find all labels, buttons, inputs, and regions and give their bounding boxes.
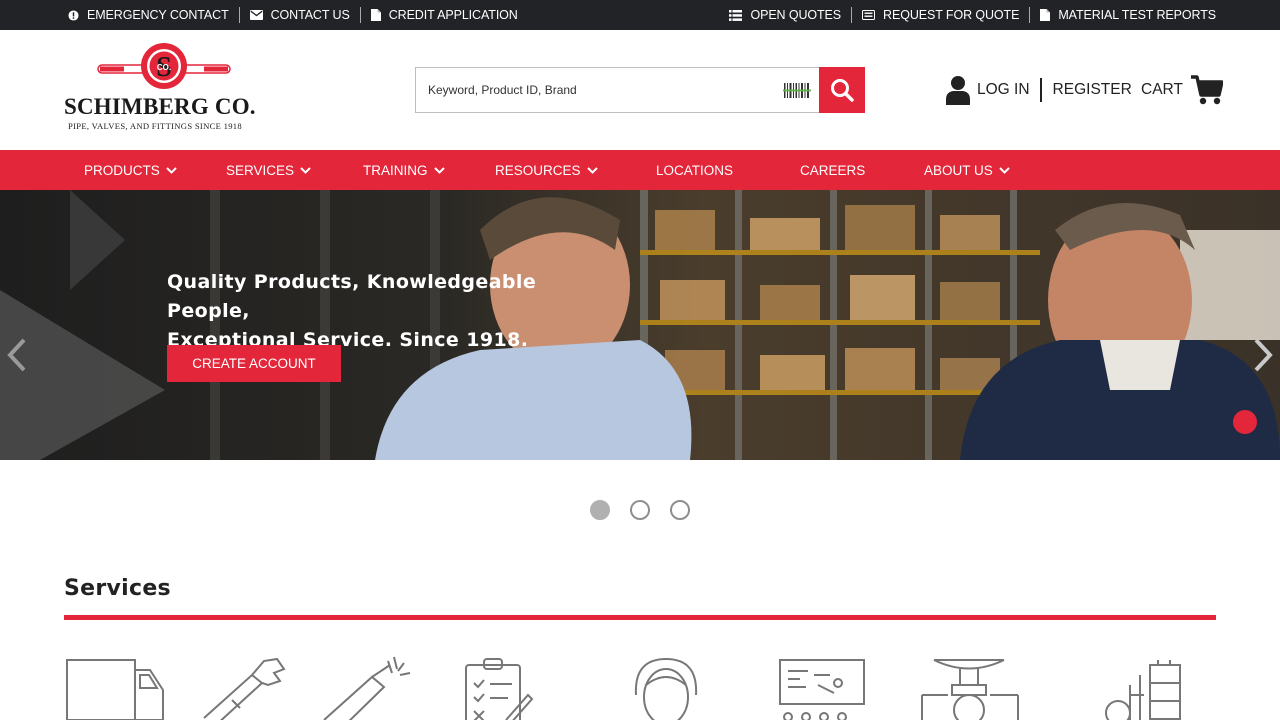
forklift-warehouse-icon[interactable] (1100, 655, 1185, 720)
document-icon (370, 9, 381, 21)
chevron-down-icon (586, 166, 598, 174)
search-box (415, 67, 865, 113)
chevron-down-icon (166, 166, 177, 174)
list-icon (729, 9, 743, 21)
utility-links-left: EMERGENCY CONTACT CONTACT US CREDIT APPL… (68, 0, 518, 30)
pipe-wrench-icon[interactable] (202, 655, 287, 720)
chevron-down-icon (300, 166, 311, 174)
nav-training[interactable]: TRAINING (363, 150, 445, 190)
register-link[interactable]: REGISTER (1042, 81, 1132, 99)
search-button[interactable] (819, 67, 865, 113)
services-divider (64, 615, 1216, 620)
create-account-button[interactable]: CREATE ACCOUNT (167, 345, 341, 382)
document-icon (1040, 9, 1051, 21)
alert-circle-icon (68, 9, 79, 21)
nav-products[interactable]: PRODUCTS (84, 150, 177, 190)
logo-tagline: PIPE, VALVES, AND FITTINGS SINCE 1918 (68, 121, 243, 131)
credit-application-link[interactable]: CREDIT APPLICATION (361, 7, 518, 23)
svg-text:CO.: CO. (157, 63, 171, 72)
services-heading: Services (64, 576, 171, 601)
site-header: S CO. SCHIMBERG CO. PIPE, VALVES, AND FI… (0, 30, 1280, 150)
valve-icon[interactable] (920, 655, 1020, 720)
account-links: LOG IN REGISTER (945, 74, 1132, 106)
nav-resources[interactable]: RESOURCES (495, 150, 598, 190)
chevron-down-icon (999, 166, 1010, 174)
open-quotes-link[interactable]: OPEN QUOTES (729, 7, 853, 23)
nav-locations[interactable]: LOCATIONS (656, 150, 733, 190)
request-for-quote-link[interactable]: REQUEST FOR QUOTE (852, 7, 1031, 23)
carousel-dots (590, 500, 690, 520)
site-logo[interactable]: S CO. SCHIMBERG CO. PIPE, VALVES, AND FI… (64, 42, 264, 134)
nav-services[interactable]: SERVICES (226, 150, 311, 190)
headset-support-icon[interactable] (630, 655, 702, 720)
envelope-icon (249, 10, 263, 20)
carousel-dot-3[interactable] (670, 500, 690, 520)
carousel-next-arrow-icon[interactable] (1252, 338, 1274, 372)
barcode-scan-icon[interactable] (783, 82, 811, 99)
card-icon (862, 10, 876, 20)
emergency-contact-link[interactable]: EMERGENCY CONTACT (68, 7, 240, 23)
search-input[interactable] (416, 68, 776, 112)
carousel-dot-2[interactable] (630, 500, 650, 520)
contact-us-link[interactable]: CONTACT US (240, 7, 361, 23)
main-navigation: PRODUCTS SERVICES TRAINING RESOURCES LOC… (0, 150, 1280, 190)
hero-headline: Quality Products, Knowledgeable People, … (167, 271, 537, 351)
cutting-tool-icon[interactable] (322, 655, 417, 720)
utility-links-right: OPEN QUOTES REQUEST FOR QUOTE MATERIAL T… (729, 0, 1216, 30)
utility-bar: EMERGENCY CONTACT CONTACT US CREDIT APPL… (0, 0, 1280, 30)
login-link[interactable]: LOG IN (945, 76, 1042, 105)
chevron-down-icon (433, 166, 445, 174)
material-test-reports-link[interactable]: MATERIAL TEST REPORTS (1030, 7, 1216, 23)
shopping-cart-icon (1190, 75, 1223, 105)
search-icon (831, 79, 854, 102)
carousel-prev-arrow-icon[interactable] (6, 338, 28, 372)
logo-emblem: S CO. (97, 43, 231, 89)
carousel-dot-1[interactable] (590, 500, 610, 520)
nav-careers[interactable]: CAREERS (800, 150, 865, 190)
logo-wordmark: SCHIMBERG CO. (64, 94, 256, 119)
delivery-truck-icon[interactable] (66, 655, 166, 720)
nav-about-us[interactable]: ABOUT US (924, 150, 1010, 190)
cart-link[interactable]: CART (1141, 74, 1223, 106)
training-presentation-icon[interactable] (778, 655, 866, 720)
user-icon (946, 76, 970, 105)
clipboard-checklist-icon[interactable] (464, 655, 534, 720)
hero-carousel: Quality Products, Knowledgeable People, … (0, 190, 1280, 460)
